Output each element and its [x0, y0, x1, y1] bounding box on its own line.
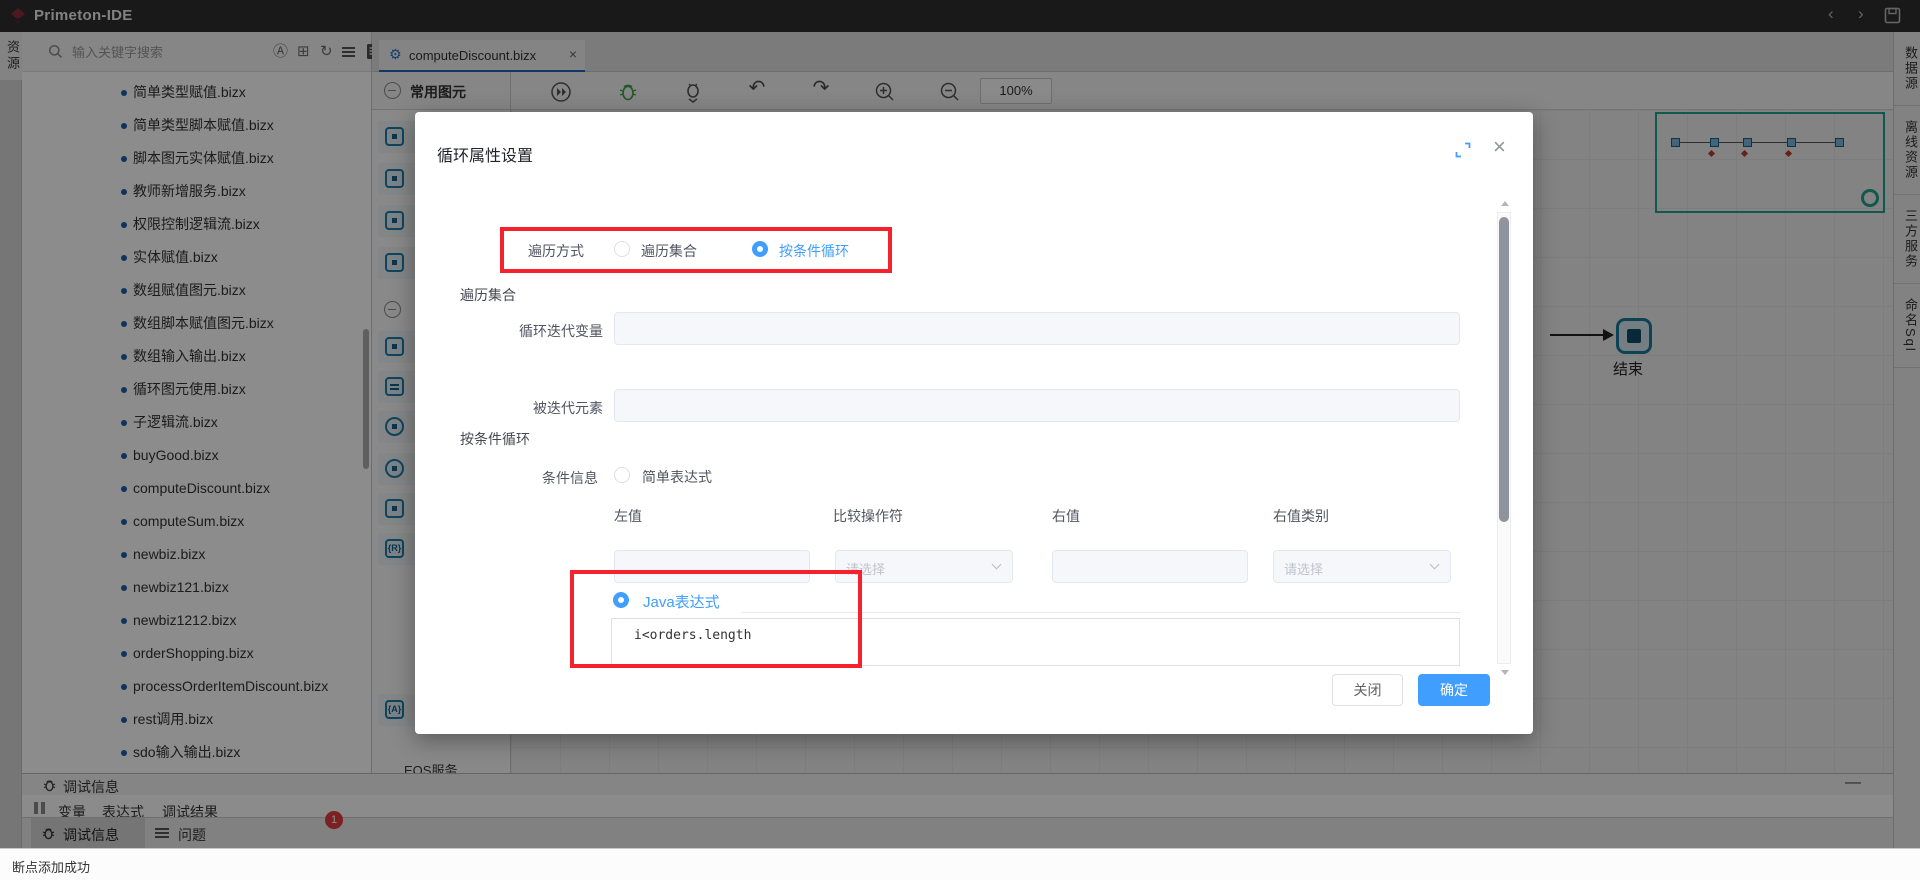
close-button[interactable]: 关闭 [1332, 674, 1403, 706]
traverse-mode-label: 遍历方式 [528, 243, 584, 259]
right-type-select[interactable]: 请选择 [1273, 550, 1451, 583]
radio-traverse-collection-label[interactable]: 遍历集合 [641, 241, 697, 261]
section-collection-title: 遍历集合 [460, 287, 516, 303]
scroll-down-icon[interactable] [1501, 670, 1509, 675]
chevron-down-icon [991, 559, 1002, 570]
left-value-input[interactable] [614, 550, 810, 583]
radio-loop-by-condition[interactable] [752, 241, 768, 257]
radio-loop-by-condition-label[interactable]: 按条件循环 [779, 241, 849, 261]
loop-properties-dialog: 循环属性设置 × 遍历方式 遍历集合 按条件循环 遍历集合 循环迭代变量 被迭代… [415, 112, 1533, 734]
app-window: Primeton-IDE ‹ › 资源 Ⓐ ⊞ ↻ 简单类型赋值.bizx简单类… [0, 0, 1920, 880]
scroll-up-icon[interactable] [1501, 201, 1509, 206]
java-expression-editor[interactable]: i<orders.length [611, 618, 1460, 666]
operator-select[interactable]: 请选择 [835, 550, 1013, 583]
dialog-title: 循环属性设置 [437, 148, 534, 165]
radio-simple-expression-label[interactable]: 简单表达式 [642, 467, 712, 487]
radio-java-expression[interactable] [613, 592, 629, 608]
loop-var-input[interactable] [614, 312, 1460, 345]
close-icon[interactable]: × [1493, 134, 1506, 160]
chevron-down-icon [1429, 559, 1440, 570]
right-type-select-placeholder: 请选择 [1284, 562, 1324, 577]
radio-java-expression-label[interactable]: Java表达式 [643, 591, 720, 612]
radio-simple-expression[interactable] [614, 467, 630, 483]
divider [741, 612, 1460, 613]
statusbar: 断点添加成功 [0, 848, 1920, 880]
col-right-value: 右值 [1052, 508, 1080, 524]
condition-info-label: 条件信息 [542, 470, 598, 486]
fullscreen-icon[interactable] [1455, 142, 1471, 158]
operator-select-placeholder: 请选择 [846, 562, 886, 577]
loop-var-label: 循环迭代变量 [519, 323, 603, 339]
col-right-type: 右值类别 [1273, 508, 1329, 524]
col-operator: 比较操作符 [833, 508, 903, 524]
iterated-element-label: 被迭代元素 [533, 400, 603, 416]
dialog-scrollbar[interactable] [1497, 201, 1511, 675]
iterated-element-input[interactable] [614, 389, 1460, 422]
scrollbar-thumb[interactable] [1499, 217, 1509, 522]
status-message: 断点添加成功 [12, 860, 91, 875]
right-value-input[interactable] [1052, 550, 1248, 583]
radio-traverse-collection[interactable] [614, 241, 630, 257]
col-left-value: 左值 [614, 508, 642, 524]
section-condition-title: 按条件循环 [460, 431, 530, 447]
ok-button[interactable]: 确定 [1418, 674, 1490, 706]
java-expression-code: i<orders.length [634, 628, 752, 643]
